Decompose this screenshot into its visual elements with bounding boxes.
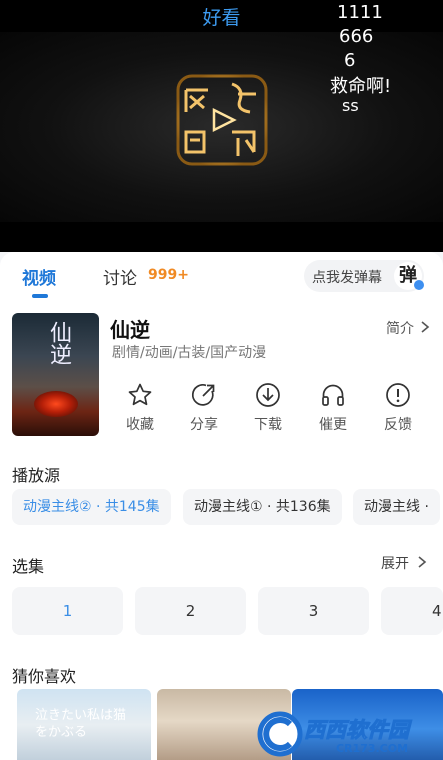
favorite-button[interactable]: 收藏 [115,382,165,434]
episode-chip[interactable]: 1 [12,587,123,635]
show-title: 仙逆 [110,318,150,342]
watermark-brand: 西西软件园 [304,718,410,743]
feedback-button[interactable]: 反馈 [373,382,423,434]
detail-content: 仙逆 仙逆 剧情/动画/古装/国产动漫 简介 收藏 分享 下载 催更 反馈 播放… [0,302,443,760]
expand-episodes-link[interactable]: 展开 [381,553,427,573]
urge-update-button[interactable]: 催更 [308,382,358,434]
discuss-count-badge: 999+ [148,267,189,283]
show-genres: 剧情/动画/古装/国产动漫 [112,345,267,361]
feedback-label: 反馈 [384,417,412,433]
poster-eye-art [34,391,78,417]
tab-active-indicator [32,294,48,298]
episode-chip[interactable]: 4 [381,587,443,635]
tab-video[interactable]: 视频 [22,264,56,289]
recommend-card-caption: 泣きたい私は猫をかぶる [35,708,127,740]
danmaku-comment: 1111 [337,2,383,23]
source-section-title: 播放源 [12,466,61,485]
watermark-site: CR173.COM [336,742,409,755]
network-audiovisual-logo [172,70,272,170]
star-icon [115,382,165,408]
share-icon [179,382,229,408]
urge-update-label: 催更 [319,417,347,433]
danmaku-comment: 666 [339,26,374,47]
poster-title: 仙逆 [46,321,71,365]
download-button[interactable]: 下载 [243,382,293,434]
source-chip[interactable]: 动漫主线 · [353,489,440,525]
chevron-right-icon [417,555,427,573]
share-label: 分享 [190,417,218,433]
intro-link-label: 简介 [386,321,414,337]
danmaku-comment: 6 [344,50,356,71]
site-watermark: 西西软件园 CR173.COM [256,708,443,760]
show-poster[interactable]: 仙逆 [12,313,99,436]
tab-discuss[interactable]: 讨论 [103,264,137,289]
expand-label: 展开 [381,556,409,572]
chevron-right-icon [420,320,430,338]
episode-chip[interactable]: 2 [135,587,246,635]
episode-chip[interactable]: 3 [258,587,369,635]
video-player[interactable]: 好看 1111 666 6 救命啊! ss [0,0,443,252]
intro-link[interactable]: 简介 [386,318,430,338]
source-chip[interactable]: 动漫主线① · 共136集 [183,489,342,525]
source-chip[interactable]: 动漫主线② · 共145集 [12,489,171,525]
danmaku-input[interactable]: 点我发弹幕 弹 [304,260,424,292]
episodes-section-title: 选集 [12,557,45,576]
download-icon [243,382,293,408]
danmaku-toggle-button[interactable]: 弹 [394,262,424,290]
danmaku-input-placeholder: 点我发弹幕 [312,270,382,286]
share-button[interactable]: 分享 [179,382,229,434]
danmaku-comment: 救命啊! [330,76,392,97]
headphones-icon [308,382,358,408]
danmaku-comment: ss [342,96,359,115]
detail-tab-bar: 视频 讨论 999+ 点我发弹幕 弹 [0,252,443,302]
recommend-section-title: 猜你喜欢 [12,667,77,686]
alert-icon [373,382,423,408]
player-bottom-bar [0,222,443,252]
favorite-label: 收藏 [126,417,154,433]
check-badge-icon [414,280,424,290]
download-label: 下载 [254,417,282,433]
recommend-card[interactable]: 泣きたい私は猫をかぶる [17,689,151,760]
